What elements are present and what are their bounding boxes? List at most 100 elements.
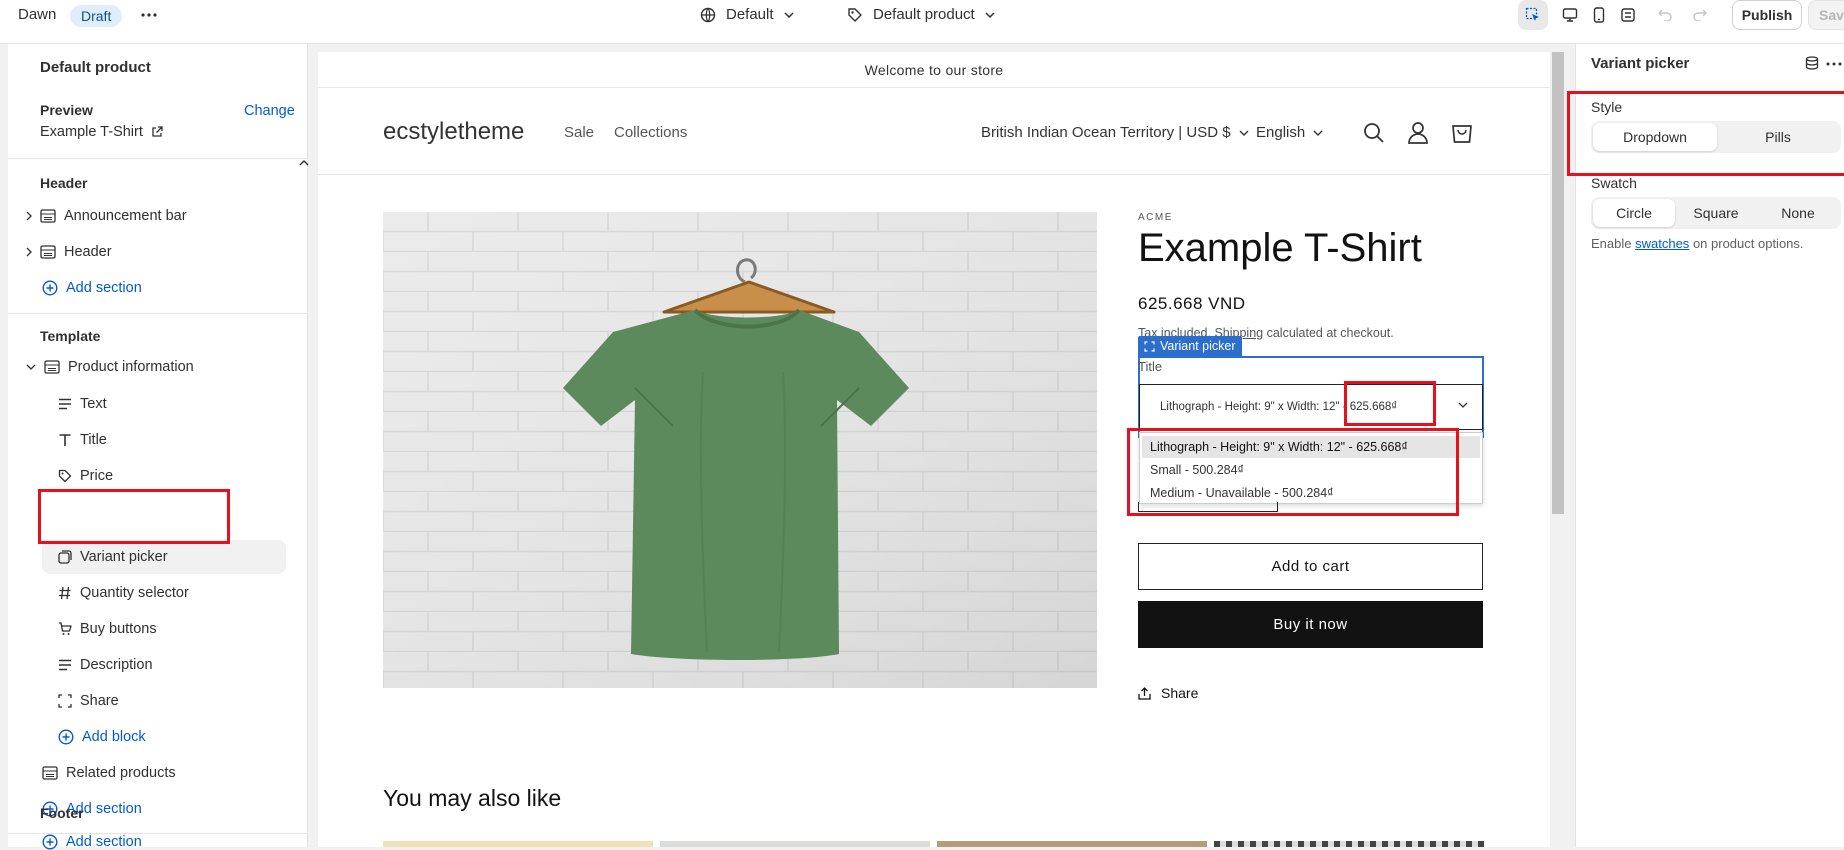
- template-group-title: Template: [40, 328, 101, 344]
- add-circle-icon: [58, 729, 74, 745]
- select-cursor-icon: [1525, 7, 1539, 21]
- related-product-thumb[interactable]: [383, 841, 653, 847]
- section-related-products[interactable]: Related products: [42, 765, 176, 781]
- database-icon[interactable]: [1805, 56, 1819, 70]
- section-layout-icon: [40, 245, 56, 259]
- more-icon[interactable]: [1826, 62, 1842, 66]
- nav-link-sale[interactable]: Sale: [564, 124, 594, 141]
- language-label: English: [1256, 124, 1306, 141]
- block-variant-picker[interactable]: Variant picker: [58, 549, 168, 565]
- theme-name: Dawn: [18, 6, 57, 23]
- left-sidebar: Default product Preview Change Example T…: [8, 44, 309, 847]
- search-icon[interactable]: [1363, 122, 1385, 144]
- swatch-option-none[interactable]: None: [1757, 199, 1839, 227]
- highlight-selected-price: [1344, 381, 1436, 426]
- tag-icon: [848, 7, 862, 22]
- block-label: Description: [80, 657, 153, 673]
- add-section-footer-button[interactable]: Add section: [42, 834, 142, 850]
- section-layout-icon: [42, 766, 58, 780]
- chevron-down-icon: [985, 11, 995, 18]
- language-selector[interactable]: English: [1256, 124, 1323, 141]
- announcement-bar[interactable]: Welcome to our store: [318, 52, 1550, 88]
- footer-group-title: Footer: [40, 805, 84, 821]
- cart-icon[interactable]: [1451, 121, 1473, 144]
- block-share[interactable]: Share: [58, 693, 119, 709]
- nav-link-collections[interactable]: Collections: [614, 124, 687, 141]
- section-label: Announcement bar: [64, 208, 187, 224]
- header-group-title: Header: [40, 175, 88, 191]
- tshirt-photo: [383, 212, 1097, 688]
- save-button[interactable]: Save: [1808, 0, 1844, 30]
- block-title[interactable]: Title: [58, 432, 107, 448]
- variant-picker-tag-label: Variant picker: [1160, 339, 1236, 353]
- add-block-button[interactable]: Add block: [58, 729, 146, 745]
- block-label: Price: [80, 468, 114, 484]
- expand-icon: [1621, 8, 1635, 22]
- block-text[interactable]: Text: [58, 396, 107, 412]
- country-selector[interactable]: British Indian Ocean Territory | USD $: [981, 124, 1249, 141]
- block-label: Share: [80, 693, 119, 709]
- redo-button[interactable]: [1685, 0, 1715, 30]
- inspector-toggle-button[interactable]: [1518, 0, 1548, 30]
- related-products-heading: You may also like: [383, 785, 562, 811]
- section-announcement-bar[interactable]: Announcement bar: [26, 208, 187, 224]
- desktop-view-button[interactable]: [1555, 0, 1585, 30]
- mobile-view-button[interactable]: [1584, 0, 1614, 30]
- related-product-thumb[interactable]: [937, 841, 1207, 847]
- external-link-icon: [152, 126, 163, 137]
- scroll-up-icon[interactable]: [299, 160, 309, 166]
- chevron-right-icon: [26, 247, 32, 257]
- text-lines-icon: [59, 398, 71, 410]
- section-label: Header: [64, 244, 112, 260]
- buy-it-now-button[interactable]: Buy it now: [1138, 601, 1483, 648]
- help-prefix: Enable: [1591, 236, 1632, 251]
- chevron-down-icon: [1239, 130, 1249, 136]
- publish-button[interactable]: Publish: [1732, 0, 1802, 30]
- block-buy-buttons[interactable]: Buy buttons: [58, 621, 157, 637]
- redo-icon: [1693, 9, 1707, 21]
- section-label: Related products: [66, 765, 176, 781]
- fullscreen-view-button[interactable]: [1613, 0, 1643, 30]
- product-title: Example T-Shirt: [1138, 226, 1422, 270]
- preview-product-link[interactable]: Example T-Shirt: [40, 124, 163, 140]
- related-product-thumb[interactable]: [1214, 841, 1484, 847]
- globe-icon: [700, 7, 716, 22]
- preview-scrollbar-thumb[interactable]: [1552, 52, 1564, 514]
- chevron-right-icon: [26, 211, 32, 221]
- undo-button[interactable]: [1650, 0, 1680, 30]
- block-quantity-selector[interactable]: Quantity selector: [58, 585, 189, 601]
- block-label: Buy buttons: [80, 621, 157, 637]
- select-frame-icon: [1144, 340, 1155, 352]
- more-actions-button[interactable]: [134, 0, 164, 30]
- section-label: Product information: [68, 359, 194, 375]
- preview-label: Preview: [40, 102, 93, 118]
- section-header[interactable]: Header: [26, 244, 112, 260]
- context-selector[interactable]: Default: [700, 6, 794, 23]
- hash-icon: [59, 586, 71, 600]
- store-logo[interactable]: ecstyletheme: [383, 118, 524, 146]
- product-image[interactable]: [383, 212, 1097, 688]
- swatch-option-circle[interactable]: Circle: [1593, 199, 1675, 227]
- share-button[interactable]: Share: [1138, 685, 1198, 701]
- template-selector[interactable]: Default product: [847, 6, 995, 23]
- share-label: Share: [1161, 685, 1199, 701]
- swatch-option-square[interactable]: Square: [1675, 199, 1757, 227]
- text-lines-icon: [59, 659, 71, 671]
- related-product-thumb[interactable]: [660, 841, 930, 847]
- variant-picker-tag[interactable]: Variant picker: [1138, 336, 1242, 356]
- product-price: 625.668 VND: [1138, 294, 1246, 313]
- preview-product-name: Example T-Shirt: [40, 124, 143, 140]
- chevron-down-icon: [26, 364, 36, 370]
- add-to-cart-button[interactable]: Add to cart: [1138, 543, 1483, 590]
- section-product-information[interactable]: Product information: [26, 359, 194, 375]
- block-price[interactable]: Price: [58, 468, 113, 484]
- chevron-down-icon: [1458, 402, 1468, 408]
- add-section-header-button[interactable]: Add section: [42, 280, 142, 296]
- preview-change-link[interactable]: Change: [244, 103, 295, 119]
- account-icon[interactable]: [1407, 121, 1429, 144]
- add-section-label: Add section: [66, 834, 142, 850]
- block-description[interactable]: Description: [58, 657, 153, 673]
- add-block-label: Add block: [82, 729, 146, 745]
- desktop-icon: [1562, 8, 1578, 22]
- swatches-link[interactable]: swatches: [1635, 236, 1689, 251]
